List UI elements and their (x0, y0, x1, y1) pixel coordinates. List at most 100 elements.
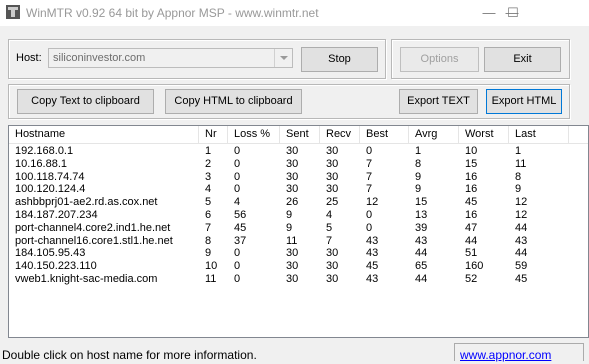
table-cell: 15 (415, 196, 428, 209)
table-cell: 30 (286, 273, 299, 285)
table-cell: 0 (234, 247, 241, 260)
table-cell: 43 (366, 234, 379, 247)
table-cell: 4 (234, 196, 241, 209)
table-cell: 44 (415, 247, 428, 260)
table-cell: 45 (234, 221, 247, 234)
hostname-cell[interactable]: 140.150.223.110 (9, 260, 199, 273)
column-header[interactable]: Recv (320, 126, 360, 143)
table-cell: 1 (205, 145, 212, 157)
table-cell: 7 (366, 183, 373, 196)
host-input[interactable]: siliconinvestor.com (53, 52, 145, 64)
table-cell: 30 (326, 183, 339, 196)
maximize-icon[interactable]: ☐ (490, 0, 536, 26)
table-cell: 43 (366, 273, 379, 285)
table-cell: 44 (515, 247, 528, 260)
table-cell: 8 (205, 234, 212, 247)
hostname-cell[interactable]: 100.118.74.74 (9, 171, 199, 184)
options-button[interactable]: Options (400, 47, 479, 72)
table-cell: 30 (286, 247, 299, 260)
table-cell: 44 (465, 234, 478, 247)
table-row[interactable]: 184.187.207.234 6 56 9 4 0 13 16 12 (9, 209, 588, 222)
table-row[interactable]: 100.120.124.4 4 0 30 30 7 9 16 9 (9, 183, 588, 196)
table-row[interactable]: vweb1.knight-sac-media.com 11 0 30 30 43 44 52 4… (9, 273, 588, 286)
hostname-cell[interactable]: 10.16.88.1 (9, 158, 199, 171)
table-cell: 30 (326, 157, 339, 170)
table-cell: 9 (286, 209, 293, 221)
table-cell: 16 (465, 209, 478, 221)
table-cell: 47 (465, 221, 478, 234)
hostname-cell[interactable]: port-channel16.core1.stl1.he.net (9, 235, 199, 248)
table-row[interactable]: port-channel16.core1.stl1.he.net 8 37 11 7 43… (9, 235, 588, 248)
column-header[interactable]: Hostname (9, 126, 199, 143)
host-combobox[interactable]: siliconinvestor.com (48, 48, 293, 68)
table-cell: 0 (366, 145, 373, 157)
table-cell: 26 (286, 196, 299, 209)
table-cell: 15 (465, 157, 478, 170)
table-cell: 0 (366, 221, 373, 234)
table-row[interactable]: 10.16.88.1 2 0 30 30 7 8 15 11 (9, 158, 588, 171)
table-cell: 160 (465, 260, 484, 273)
table-cell: 1 (515, 145, 522, 157)
status-message: Double click on host name for more infor… (2, 348, 257, 362)
table-cell: 5 (205, 196, 212, 209)
column-header[interactable]: Best (360, 126, 409, 143)
table-cell: 7 (205, 221, 212, 234)
table-row[interactable]: 192.168.0.1 1 0 30 30 0 1 10 1 (9, 145, 588, 158)
table-cell: 1 (415, 145, 422, 157)
table-cell: 30 (326, 273, 339, 285)
table-cell: 59 (515, 260, 528, 273)
table-cell: 65 (415, 260, 428, 273)
table-row[interactable]: 140.150.223.110 10 0 30 30 45 65 160 59 (9, 260, 588, 273)
results-table[interactable]: Hostname Nr Loss % Sent Recv Best Avrg Worst Las… (8, 125, 589, 338)
table-row[interactable]: ashbbprj01-ae2.rd.as.cox.net 5 4 26 25 12 15 45… (9, 196, 588, 209)
hostname-cell[interactable]: 184.187.207.234 (9, 209, 199, 222)
table-cell: 30 (286, 157, 299, 170)
table-cell: 4 (205, 183, 212, 196)
hostname-cell[interactable]: 184.105.95.43 (9, 247, 199, 260)
table-row[interactable]: port-channel4.core2.ind1.he.net 7 45 9 5 0 39 4… (9, 222, 588, 235)
hostname-cell[interactable]: port-channel4.core2.ind1.he.net (9, 222, 199, 235)
table-cell: 0 (234, 260, 241, 273)
copy-text-button[interactable]: Copy Text to clipboard (17, 89, 154, 114)
table-cell: 6 (205, 209, 212, 221)
export-html-button[interactable]: Export HTML (486, 89, 562, 114)
column-header[interactable]: Sent (280, 126, 320, 143)
table-cell: 16 (465, 170, 478, 183)
appnor-link-box[interactable]: www.appnor.com (454, 343, 584, 362)
hostname-cell[interactable]: ashbbprj01-ae2.rd.as.cox.net (9, 196, 199, 209)
column-header[interactable]: Nr (199, 126, 228, 143)
hostname-cell[interactable]: vweb1.knight-sac-media.com (9, 273, 199, 286)
table-row[interactable]: 184.105.95.43 9 0 30 30 43 44 51 44 (9, 247, 588, 260)
table-cell: 30 (286, 260, 299, 273)
stop-button[interactable]: Stop (301, 47, 378, 72)
table-cell: 44 (415, 273, 428, 285)
exit-button[interactable]: Exit (484, 47, 561, 72)
table-cell: 39 (415, 221, 428, 234)
table-cell: 7 (366, 170, 373, 183)
table-cell: 10 (465, 145, 478, 157)
table-cell: 5 (326, 221, 333, 234)
table-cell: 12 (366, 196, 379, 209)
column-header[interactable]: Last (509, 126, 569, 143)
table-cell: 8 (415, 157, 422, 170)
table-cell: 8 (515, 170, 522, 183)
table-row[interactable]: 100.118.74.74 3 0 30 30 7 9 16 8 (9, 171, 588, 184)
table-cell: 56 (234, 209, 247, 221)
column-header[interactable]: Worst (459, 126, 509, 143)
hostname-cell[interactable]: 192.168.0.1 (9, 145, 199, 158)
export-text-button[interactable]: Export TEXT (399, 89, 478, 114)
table-cell: 7 (366, 157, 373, 170)
table-cell: 30 (286, 170, 299, 183)
table-cell: 9 (205, 247, 212, 260)
table-cell: 0 (366, 209, 373, 221)
table-cell: 2 (205, 157, 212, 170)
table-header: Hostname Nr Loss % Sent Recv Best Avrg Worst Las… (9, 126, 588, 144)
appnor-link[interactable]: www.appnor.com (460, 348, 551, 362)
hostname-cell[interactable]: 100.120.124.4 (9, 183, 199, 196)
table-cell: 43 (366, 247, 379, 260)
copy-html-button[interactable]: Copy HTML to clipboard (165, 89, 302, 114)
chevron-down-icon[interactable] (274, 49, 292, 67)
column-header[interactable]: Loss % (228, 126, 280, 143)
table-cell: 0 (234, 170, 241, 183)
column-header[interactable]: Avrg (409, 126, 459, 143)
